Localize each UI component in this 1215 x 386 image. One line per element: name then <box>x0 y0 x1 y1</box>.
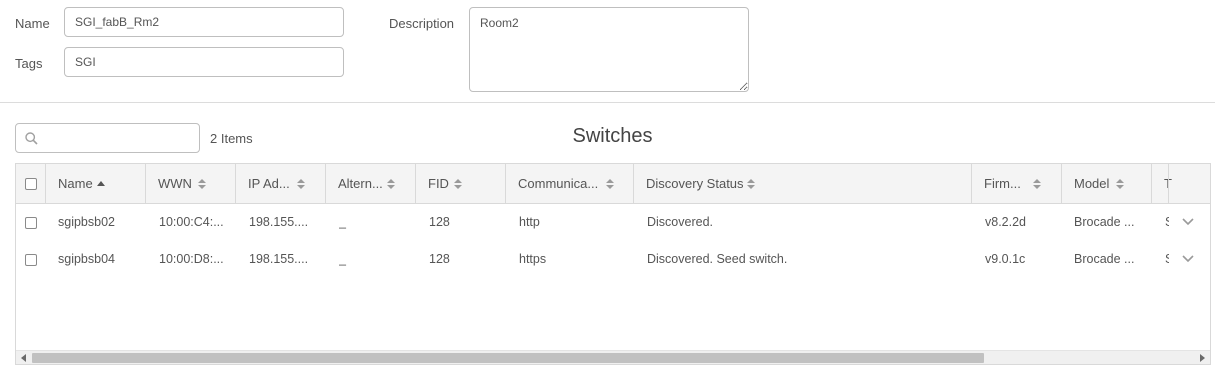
sort-icon <box>454 179 462 189</box>
tags-input[interactable] <box>64 47 344 77</box>
cell-wwn: 10:00:D8:... <box>159 252 224 266</box>
column-communication[interactable]: Communica... <box>506 164 634 204</box>
cell-firmware: v8.2.2d <box>985 215 1027 229</box>
column-label: Discovery Status <box>646 176 744 191</box>
switches-table: Name WWN IP Ad... Altern... FID Communic… <box>15 163 1211 365</box>
sort-asc-icon <box>97 181 105 186</box>
table-row[interactable]: sgipbsb04 10:00:D8:... 198.155.... _ 128… <box>16 241 1210 278</box>
select-all-checkbox[interactable] <box>25 178 37 190</box>
sort-icon <box>387 179 395 189</box>
section-divider <box>0 102 1215 103</box>
chevron-down-icon[interactable] <box>1182 218 1194 226</box>
column-wwn[interactable]: WWN <box>146 164 236 204</box>
name-label: Name <box>15 16 50 31</box>
table-title: Switches <box>572 125 653 147</box>
column-label: Name <box>58 176 93 191</box>
column-label: Firm... <box>984 176 1021 191</box>
sort-icon <box>1116 179 1124 189</box>
column-label: FID <box>428 176 449 191</box>
tags-label: Tags <box>15 56 43 71</box>
sort-icon <box>198 179 206 189</box>
cell-firmware: v9.0.1c <box>985 252 1026 266</box>
cell-fid: 128 <box>429 252 450 266</box>
row-checkbox[interactable] <box>25 217 37 229</box>
column-discovery-status[interactable]: Discovery Status <box>634 164 972 204</box>
scroll-right-arrow-icon[interactable] <box>1200 354 1205 362</box>
cell-communication: https <box>519 252 547 266</box>
cell-ip-address: 198.155.... <box>249 215 309 229</box>
table-header: Name WWN IP Ad... Altern... FID Communic… <box>16 164 1210 204</box>
horizontal-scrollbar[interactable] <box>16 350 1210 364</box>
column-type[interactable]: T <box>1152 164 1210 204</box>
row-checkbox[interactable] <box>25 254 37 266</box>
cell-name: sgipbsb02 <box>58 215 115 229</box>
column-name[interactable]: Name <box>46 164 146 204</box>
column-divider <box>1168 164 1169 204</box>
cell-fid: 128 <box>429 215 450 229</box>
sort-icon <box>747 179 755 189</box>
cell-model: Brocade ... <box>1074 252 1135 266</box>
cell-ip-address: 198.155.... <box>249 252 309 266</box>
name-input[interactable] <box>64 7 344 37</box>
cell-type: S <box>1165 241 1169 278</box>
cell-alternate: _ <box>339 252 346 266</box>
column-label: WWN <box>158 176 192 191</box>
column-fid[interactable]: FID <box>416 164 506 204</box>
column-alternate[interactable]: Altern... <box>326 164 416 204</box>
header-select-cell <box>16 164 46 204</box>
cell-communication: http <box>519 215 540 229</box>
column-firmware[interactable]: Firm... <box>972 164 1062 204</box>
cell-name: sgipbsb04 <box>58 252 115 266</box>
cell-alternate: _ <box>339 215 346 229</box>
cell-model: Brocade ... <box>1074 215 1135 229</box>
column-label: IP Ad... <box>248 176 290 191</box>
column-model[interactable]: Model <box>1062 164 1152 204</box>
cell-wwn: 10:00:C4:... <box>159 215 224 229</box>
sort-icon <box>606 179 614 189</box>
chevron-down-icon[interactable] <box>1182 255 1194 263</box>
description-label: Description <box>389 16 455 31</box>
column-ip-address[interactable]: IP Ad... <box>236 164 326 204</box>
description-textarea[interactable]: Room2 <box>469 7 749 92</box>
cell-type: S <box>1165 204 1169 241</box>
scroll-left-arrow-icon[interactable] <box>21 354 26 362</box>
table-row[interactable]: sgipbsb02 10:00:C4:... 198.155.... _ 128… <box>16 204 1210 241</box>
scrollbar-thumb[interactable] <box>32 353 984 363</box>
column-label: Communica... <box>518 176 599 191</box>
sort-icon <box>297 179 305 189</box>
sort-icon <box>1033 179 1041 189</box>
cell-discovery-status: Discovered. <box>647 215 713 229</box>
column-label: Altern... <box>338 176 383 191</box>
column-label: Model <box>1074 176 1110 191</box>
cell-discovery-status: Discovered. Seed switch. <box>647 252 788 266</box>
